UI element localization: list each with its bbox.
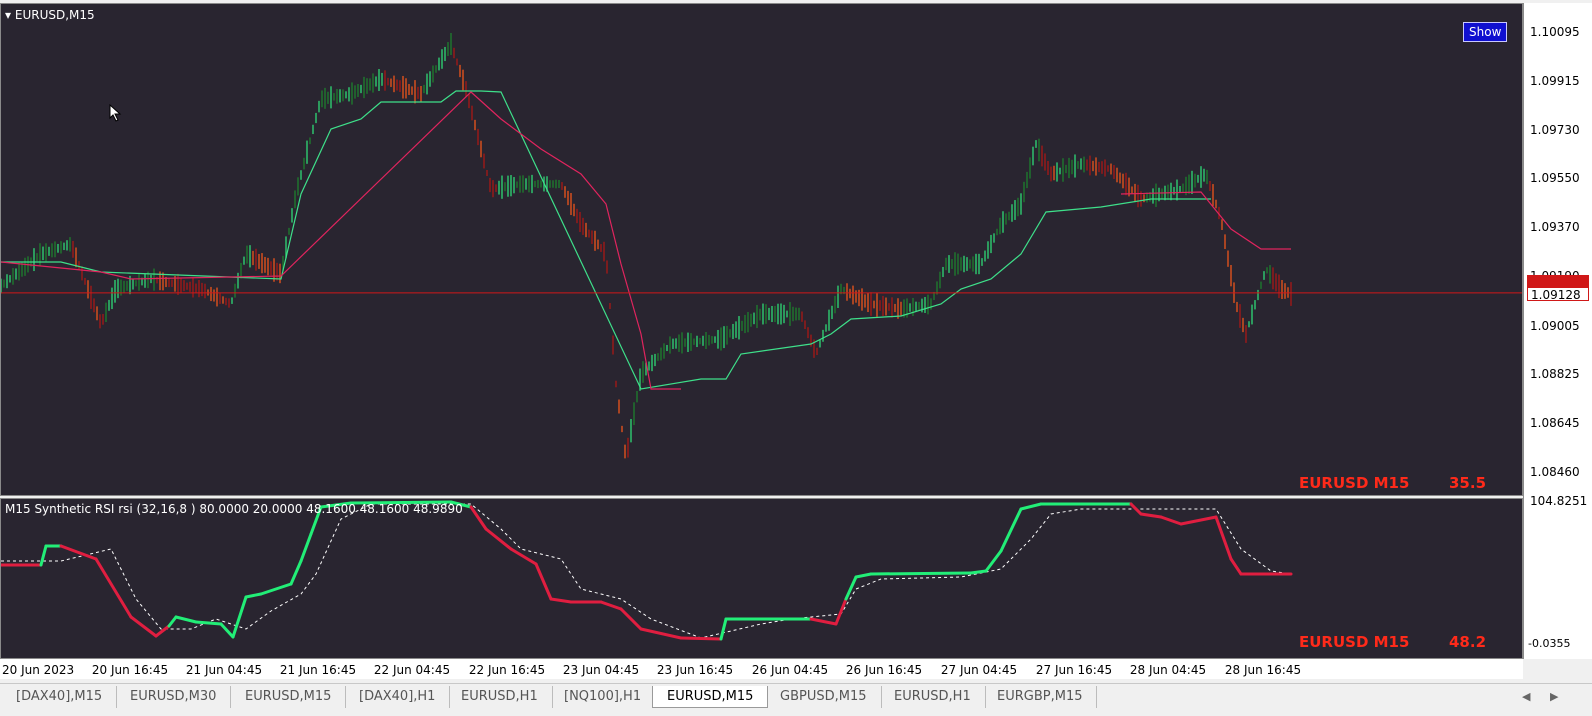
current-price-tag: 1.09128	[1527, 287, 1589, 302]
main-value-label: 35.5	[1449, 474, 1487, 492]
chart-tabs: [DAX40],M15 EURUSD,M30 EURUSD,M15 [DAX40…	[0, 683, 1592, 716]
rsi-line-segment	[984, 549, 1003, 573]
time-label: 21 Jun 16:45	[279, 663, 357, 677]
price-tick: 1.09370	[1530, 220, 1580, 234]
rsi-line-segment	[244, 592, 263, 599]
time-label: 23 Jun 04:45	[562, 663, 640, 677]
rsi-chart-canvas	[1, 500, 1293, 641]
tab-nq100-h1[interactable]: [NQ100],H1	[550, 686, 657, 708]
rsi-line-segment	[174, 615, 198, 624]
rsi-line-segment	[1179, 515, 1218, 526]
time-label: 28 Jun 16:45	[1224, 663, 1302, 677]
collapse-triangle-icon[interactable]: ▾	[5, 8, 11, 22]
mouse-cursor-icon	[109, 104, 122, 122]
rsi-line-segment	[299, 532, 313, 563]
rsi-line-segment	[167, 615, 178, 628]
time-label: 20 Jun 16:45	[91, 663, 169, 677]
time-label: 28 Jun 04:45	[1129, 663, 1207, 677]
time-label: 27 Jun 16:45	[1035, 663, 1113, 677]
show-button[interactable]: Show	[1463, 22, 1508, 42]
sub-axis-top-value: 104.8251	[1530, 494, 1588, 508]
rsi-line-segment	[509, 547, 538, 566]
tab-eurusd-m30[interactable]: EURUSD,M30	[116, 686, 232, 708]
price-tick: 1.08460	[1530, 465, 1580, 479]
time-label: 22 Jun 16:45	[468, 663, 546, 677]
scroll-right-icon[interactable]: ▶	[1550, 690, 1558, 703]
rsi-line-segment	[549, 597, 573, 604]
rsi-line-segment	[154, 624, 171, 638]
rsi-line-segment	[484, 527, 513, 551]
chart-title-label: EURUSD,M15	[14, 8, 95, 22]
tab-eurusd-h1[interactable]: EURUSD,H1	[447, 686, 553, 708]
rsi-line-segment	[1139, 512, 1163, 519]
rsi-line-segment	[1229, 557, 1243, 576]
tab-eurusd-m15[interactable]: EURUSD,M15	[231, 686, 347, 708]
tab-eurgbp-m15[interactable]: EURGBP,M15	[983, 686, 1098, 708]
resistance-line	[1, 91, 681, 390]
rsi-line-segment	[231, 595, 248, 639]
main-symbol-label: EURUSD M15	[1299, 474, 1410, 492]
price-chart-pane[interactable]: ▾ EURUSD,M15 Show EURUSD M15 35.5	[0, 3, 1523, 496]
rsi-line-segment	[809, 617, 823, 623]
support-line	[1, 90, 1211, 390]
tab-dax40-m15[interactable]: [DAX40],M15	[2, 686, 118, 708]
rsi-line-segment	[599, 600, 623, 611]
rsi-signal-line	[1, 503, 1292, 639]
time-label: 26 Jun 16:45	[845, 663, 923, 677]
price-axis[interactable]: 1.10095 1.09915 1.09730 1.09550 1.09370 …	[1523, 3, 1592, 659]
rsi-line-segment	[869, 571, 973, 576]
rsi-line-segment	[1214, 515, 1233, 561]
rsi-line-segment	[94, 557, 133, 619]
price-tick: 1.09730	[1530, 123, 1580, 137]
rsi-line-segment	[719, 617, 728, 641]
sub-axis-bottom-value: -0.0355	[1528, 637, 1571, 650]
tab-eurusd-m15-active[interactable]: EURUSD,M15	[652, 686, 769, 708]
time-label: 21 Jun 04:45	[185, 663, 263, 677]
rsi-line-segment	[289, 559, 303, 586]
time-label: 20 Jun 2023	[2, 663, 75, 677]
rsi-line-segment	[194, 620, 223, 626]
rsi-line-segment	[1129, 502, 1143, 516]
price-chart-canvas	[1, 33, 1522, 459]
time-label: 26 Jun 04:45	[751, 663, 829, 677]
sub-symbol-label: EURUSD M15	[1299, 633, 1410, 651]
rsi-line-segment	[679, 636, 723, 641]
rsi-line-segment	[219, 622, 235, 639]
tab-eurusd-h1-2[interactable]: EURUSD,H1	[880, 686, 986, 708]
sub-value-label: 48.2	[1449, 633, 1487, 651]
rsi-line-segment	[999, 507, 1023, 553]
rsi-indicator-pane[interactable]: M15 Synthetic RSI rsi (32,16,8 ) 80.0000…	[0, 498, 1523, 659]
mt-chart-window: ▾ EURUSD,M15 Show EURUSD M15 35.5 M15 Sy…	[0, 0, 1592, 716]
rsi-line-segment	[39, 544, 48, 567]
tab-gbpusd-m15[interactable]: GBPUSD,M15	[766, 686, 882, 708]
rsi-line-segment	[534, 562, 553, 601]
rsi-line-segment	[59, 544, 98, 561]
rsi-line-segment	[1019, 502, 1043, 511]
price-tick: 1.10095	[1530, 25, 1580, 39]
rsi-line-segment	[1159, 515, 1183, 526]
tab-dax40-h1[interactable]: [DAX40],H1	[345, 686, 451, 708]
price-tick: 1.09915	[1530, 74, 1580, 88]
rsi-line-segment	[969, 569, 988, 575]
rsi-line-segment	[619, 607, 643, 631]
time-axis[interactable]: 20 Jun 2023 20 Jun 16:45 21 Jun 04:45 21…	[0, 659, 1523, 679]
time-label: 23 Jun 16:45	[656, 663, 734, 677]
price-tick: 1.09005	[1530, 319, 1580, 333]
rsi-line-segment	[844, 575, 858, 601]
rsi-line-segment	[129, 615, 158, 638]
price-tick: 1.08645	[1530, 416, 1580, 430]
time-label: 22 Jun 04:45	[373, 663, 451, 677]
time-label: 27 Jun 04:45	[940, 663, 1018, 677]
scroll-left-icon[interactable]: ◀	[1522, 690, 1530, 703]
indicator-title: M15 Synthetic RSI rsi (32,16,8 ) 80.0000…	[5, 502, 463, 516]
price-tick: 1.08825	[1530, 367, 1580, 381]
rsi-line-segment	[259, 582, 293, 596]
price-bars	[1, 33, 1292, 459]
rsi-line-segment	[819, 619, 838, 626]
rsi-line-segment	[639, 627, 683, 640]
price-tick: 1.09550	[1530, 171, 1580, 185]
rsi-line-segment	[854, 572, 873, 579]
chart-title: ▾ EURUSD,M15	[5, 8, 95, 22]
rsi-line-segment	[834, 597, 848, 626]
